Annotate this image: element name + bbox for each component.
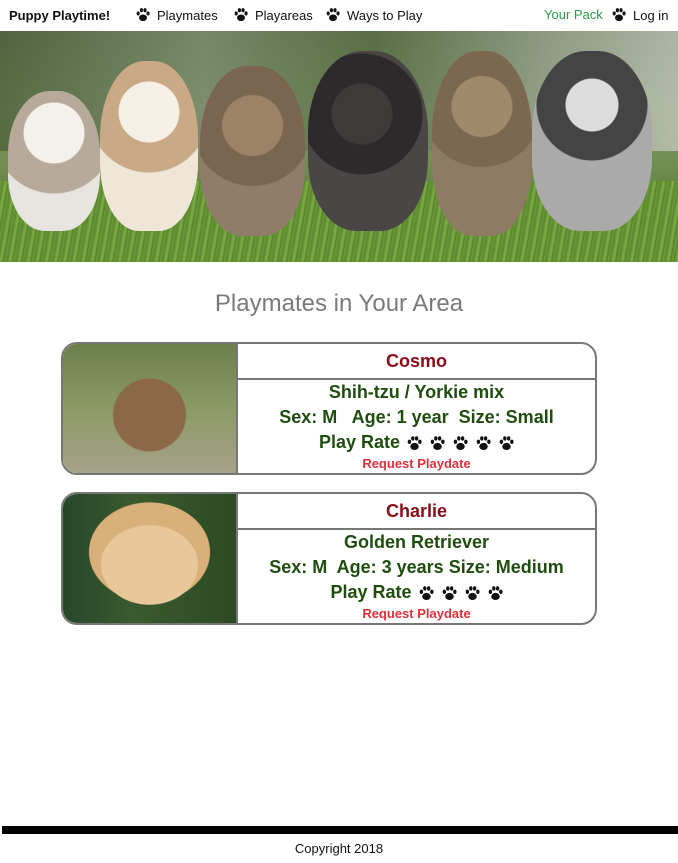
playmate-card-cosmo: Cosmo Shih-tzu / Yorkie mix Sex: M Age: … (61, 342, 597, 475)
nav-link-label: Playareas (255, 7, 313, 23)
paw-icon (611, 7, 627, 23)
nav-link-label: Playmates (157, 7, 218, 23)
nav-link-playareas[interactable]: Playareas (233, 7, 313, 23)
puppy-figure (200, 66, 305, 236)
play-rate-paws (418, 585, 503, 601)
paw-icon (487, 585, 503, 601)
hero-banner-image (0, 31, 678, 262)
footer-divider (2, 826, 678, 834)
playmate-name: Charlie (238, 494, 595, 530)
nav-link-playmates[interactable]: Playmates (135, 7, 218, 23)
puppy-figure (532, 51, 652, 231)
playmate-breed: Shih-tzu / Yorkie mix (328, 382, 505, 402)
play-rate-label: Play Rate (330, 582, 412, 602)
brand-logo-text[interactable]: Puppy Playtime! (9, 8, 110, 23)
paw-icon (233, 7, 249, 23)
nav-link-ways-to-play[interactable]: Ways to Play (325, 7, 422, 23)
puppy-figure (8, 91, 100, 231)
paw-icon (406, 435, 422, 451)
paw-icon (441, 585, 457, 601)
play-rate-paws (406, 435, 514, 451)
nav-link-label: Your Pack (544, 7, 603, 22)
playmate-card-charlie: Charlie Golden Retriever Sex: M Age: 3 y… (61, 492, 597, 625)
playmate-stats: Sex: M Age: 3 years Size: Medium (269, 557, 564, 577)
top-nav: Puppy Playtime! Playmates Playareas Ways… (0, 0, 678, 30)
nav-link-label: Ways to Play (347, 7, 423, 23)
paw-icon (498, 435, 514, 451)
paw-icon (135, 7, 151, 23)
paw-icon (429, 435, 445, 451)
paw-icon (418, 585, 434, 601)
paw-icon (464, 585, 480, 601)
playmate-stats: Sex: M Age: 1 year Size: Small (279, 407, 554, 427)
paw-icon (452, 435, 468, 451)
play-rate: Play Rate (238, 582, 595, 603)
nav-link-label: Log in (633, 7, 669, 23)
puppy-figure (100, 61, 198, 231)
paw-icon (325, 7, 341, 23)
playmate-info: Golden Retriever Sex: M Age: 3 years Siz… (238, 530, 595, 603)
nav-link-your-pack[interactable]: Your Pack (544, 7, 603, 22)
nav-link-login[interactable]: Log in (611, 7, 668, 23)
playmate-name: Cosmo (238, 344, 595, 380)
dog-photo[interactable] (63, 494, 238, 623)
page-title: Playmates in Your Area (214, 290, 464, 317)
play-rate: Play Rate (238, 432, 595, 453)
dog-photo[interactable] (63, 344, 238, 473)
play-rate-label: Play Rate (318, 432, 401, 452)
playmate-breed: Golden Retriever (343, 532, 490, 552)
puppy-figure (308, 51, 428, 231)
puppy-figure (432, 51, 532, 236)
playmate-info: Shih-tzu / Yorkie mix Sex: M Age: 1 year… (238, 380, 595, 453)
paw-icon (475, 435, 491, 451)
request-playdate-link[interactable]: Request Playdate (238, 606, 595, 621)
footer-copyright: Copyright 2018 (294, 841, 384, 856)
request-playdate-link[interactable]: Request Playdate (238, 456, 595, 471)
